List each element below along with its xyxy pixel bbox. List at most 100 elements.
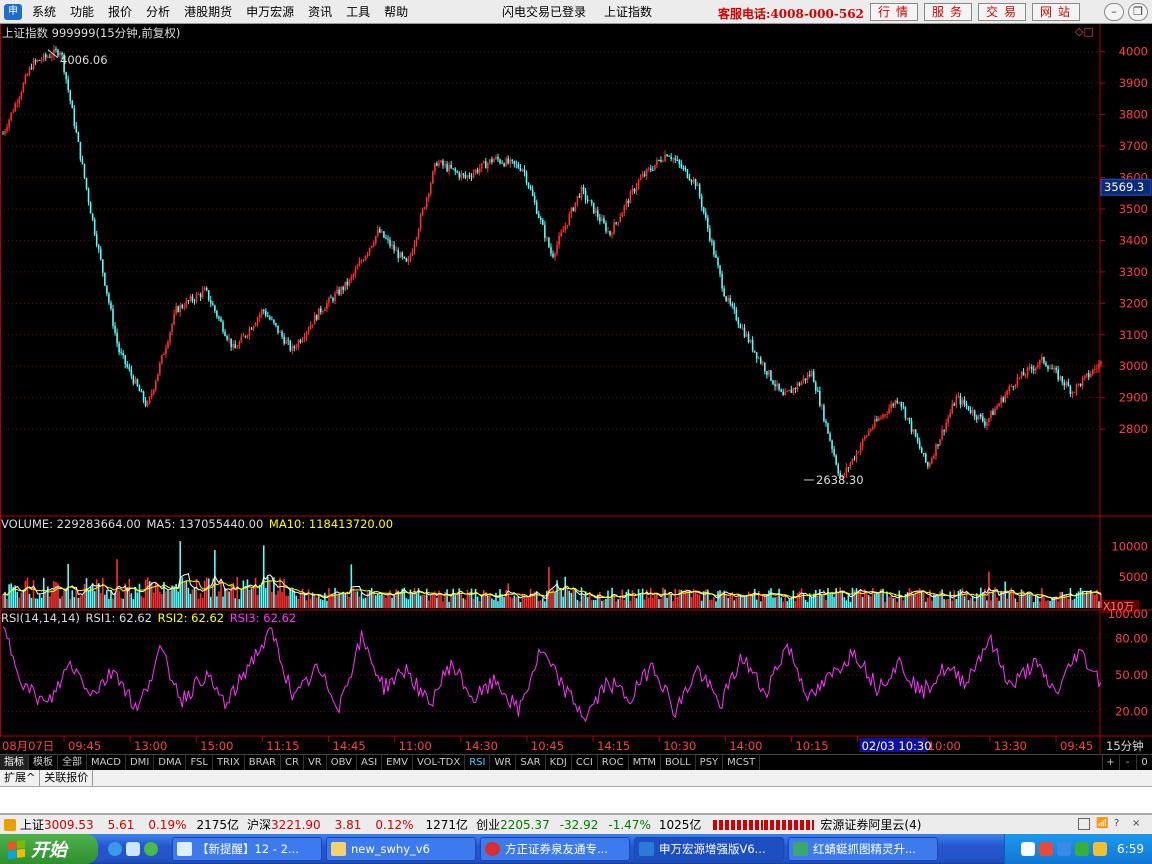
app-logo-icon: 申 (4, 3, 22, 20)
price-tick-label: 3200 (1119, 296, 1148, 310)
tab-dma[interactable]: DMA (154, 754, 187, 771)
period-label[interactable]: 15分钟 (1106, 739, 1144, 753)
tab-boll[interactable]: BOLL (661, 754, 696, 771)
market-strength-icon (713, 819, 815, 830)
cy-index-pct: -1.47% (608, 817, 651, 832)
tab-psy[interactable]: PSY (696, 754, 724, 771)
price-tick-label: 2900 (1119, 391, 1148, 405)
tab-extend[interactable]: 扩展^ (0, 770, 41, 786)
tab-roc[interactable]: ROC (598, 754, 629, 771)
tab-emv[interactable]: EMV (382, 754, 413, 771)
trade-login-status[interactable]: 闪电交易已登录 (502, 3, 586, 20)
price-tick-label: 3500 (1119, 202, 1148, 216)
window-icon[interactable] (1078, 818, 1090, 830)
time-label: 09:45 (68, 739, 101, 753)
zoom-out-button[interactable]: - (1119, 755, 1135, 771)
menu-swhy[interactable]: 申万宏源 (242, 3, 304, 20)
tab-macd[interactable]: MACD (87, 754, 126, 771)
trade-button[interactable]: 交易 (978, 3, 1026, 21)
chart-options-icon[interactable]: ◇□ (1075, 25, 1094, 38)
tab-vol-tdx[interactable]: VOL-TDX (413, 754, 466, 771)
menu-analysis[interactable]: 分析 (142, 3, 180, 20)
tab-template[interactable]: 模板 (29, 754, 58, 771)
tray-shield-icon[interactable] (1057, 842, 1072, 856)
rsi-tick-label: 80.00 (1115, 631, 1148, 645)
tab-mcst[interactable]: MCST (723, 754, 761, 771)
clock[interactable]: 6:59 (1117, 842, 1144, 856)
service-button[interactable]: 服务 (924, 3, 972, 21)
time-label: 11:00 (399, 739, 432, 753)
tab-vr[interactable]: VR (304, 754, 327, 771)
help-icon[interactable]: ? (1114, 818, 1126, 830)
task-fangzheng[interactable]: 方正证券泉友通专... (480, 837, 630, 861)
tab-trix[interactable]: TRIX (213, 754, 245, 771)
hs-index-value[interactable]: 3221.90 (271, 818, 321, 832)
menu-help[interactable]: 帮助 (380, 3, 418, 20)
close-icon[interactable]: × (1132, 818, 1144, 830)
quote-button[interactable]: 行情 (870, 3, 918, 21)
start-button[interactable]: 开始 (0, 834, 98, 864)
time-label: 10:00 (928, 739, 961, 753)
menu-tools[interactable]: 工具 (342, 3, 380, 20)
tab-indicator[interactable]: 指标 (0, 754, 29, 771)
volume-tick-label: 5000 (1119, 570, 1148, 584)
kline-chart[interactable]: 4000390038003700360035003400330032003100… (0, 24, 1152, 756)
tab-rsi[interactable]: RSI (465, 754, 491, 771)
tab-dmi[interactable]: DMI (126, 754, 155, 771)
tab-related-quote[interactable]: 关联报价 (40, 770, 94, 786)
minimize-icon[interactable]: – (1104, 3, 1124, 21)
menu-news[interactable]: 资讯 (304, 3, 342, 20)
tab-sar[interactable]: SAR (516, 754, 546, 771)
chart-title: 上证指数 999999(15分钟,前复权) (2, 26, 181, 40)
tray-volume-icon[interactable] (1093, 842, 1108, 856)
tab-kdj[interactable]: KDJ (546, 754, 572, 771)
tab-all[interactable]: 全部 (58, 754, 87, 771)
zoom-in-button[interactable]: + (1102, 755, 1118, 771)
indicator-tabs: 指标 模板 全部 MACD DMI DMA FSL TRIX BRAR CR VR OBV ASI EMV… (0, 754, 1152, 771)
menu-function[interactable]: 功能 (66, 3, 104, 20)
price-tick-label: 3800 (1119, 108, 1148, 122)
tab-obv[interactable]: OBV (327, 754, 357, 771)
reset-button[interactable]: 0 (1136, 755, 1152, 771)
tab-cci[interactable]: CCI (572, 754, 598, 771)
ie-icon[interactable] (108, 842, 122, 856)
time-label: 10:30 (663, 739, 696, 753)
kline-chart-area[interactable]: 4000 3900 3800 3700 3600 3500 3400 3300 3200 3100… (0, 24, 1152, 756)
price-tick-label: 3400 (1119, 233, 1148, 247)
menu-system[interactable]: 系统 (28, 3, 66, 20)
desktop-icon[interactable] (126, 842, 140, 856)
cy-index-value[interactable]: 2205.37 (500, 818, 550, 832)
task-forum[interactable]: 【新提醒】12 - 2... (172, 837, 322, 861)
volume-header: VOLUME: 229283664.00 MA5: 137055440.00 M… (1, 517, 393, 531)
browser-icon[interactable] (144, 842, 158, 856)
volume-tick-label: 10000 (1111, 539, 1148, 553)
tab-wr[interactable]: WR (490, 754, 517, 771)
tab-asi[interactable]: ASI (357, 754, 383, 771)
tray-flag-icon[interactable] (1021, 842, 1036, 856)
tab-brar[interactable]: BRAR (245, 754, 281, 771)
sh-index-value[interactable]: 3009.53 (44, 818, 94, 832)
alert-icon[interactable] (4, 818, 16, 831)
task-swhy[interactable]: 申万宏源增强版V6... (634, 837, 784, 861)
task-folder[interactable]: new_swhy_v6 (326, 837, 476, 861)
hs-index-label: 沪深 (247, 818, 272, 832)
menu-bar: 申 系统 功能 报价 分析 港股期货 申万宏源 资讯 工具 帮助 闪电交易已登录… (0, 0, 1152, 24)
volume-value: VOLUME: 229283664.00 (1, 517, 141, 531)
website-button[interactable]: 网站 (1032, 3, 1080, 21)
tab-fsl[interactable]: FSL (186, 754, 213, 771)
hs-index-pct: 0.12% (375, 817, 414, 832)
task-label: 红蜻蜓抓图精灵升... (813, 842, 916, 856)
high-price-label: 4006.06 (60, 53, 108, 67)
task-screenshot[interactable]: 红蜻蜓抓图精灵升... (788, 837, 938, 861)
menu-quote[interactable]: 报价 (104, 3, 142, 20)
menu-hk-futures[interactable]: 港股期货 (180, 3, 242, 20)
tab-cr[interactable]: CR (281, 754, 304, 771)
service-hotline: 客服电话:4008-000-562 (718, 7, 864, 21)
restore-icon[interactable]: ❐ (1128, 3, 1148, 21)
tray-network-icon[interactable] (1075, 842, 1090, 856)
tab-mtm[interactable]: MTM (629, 754, 661, 771)
status-bar: 上证 3009.53 5.61 0.19% 2175亿 沪深 3221.90 3… (0, 814, 1152, 834)
tray-antivirus-icon[interactable] (1039, 842, 1054, 856)
signal-icon[interactable]: 📶 (1096, 818, 1108, 830)
price-tick-label: 2800 (1119, 422, 1148, 436)
